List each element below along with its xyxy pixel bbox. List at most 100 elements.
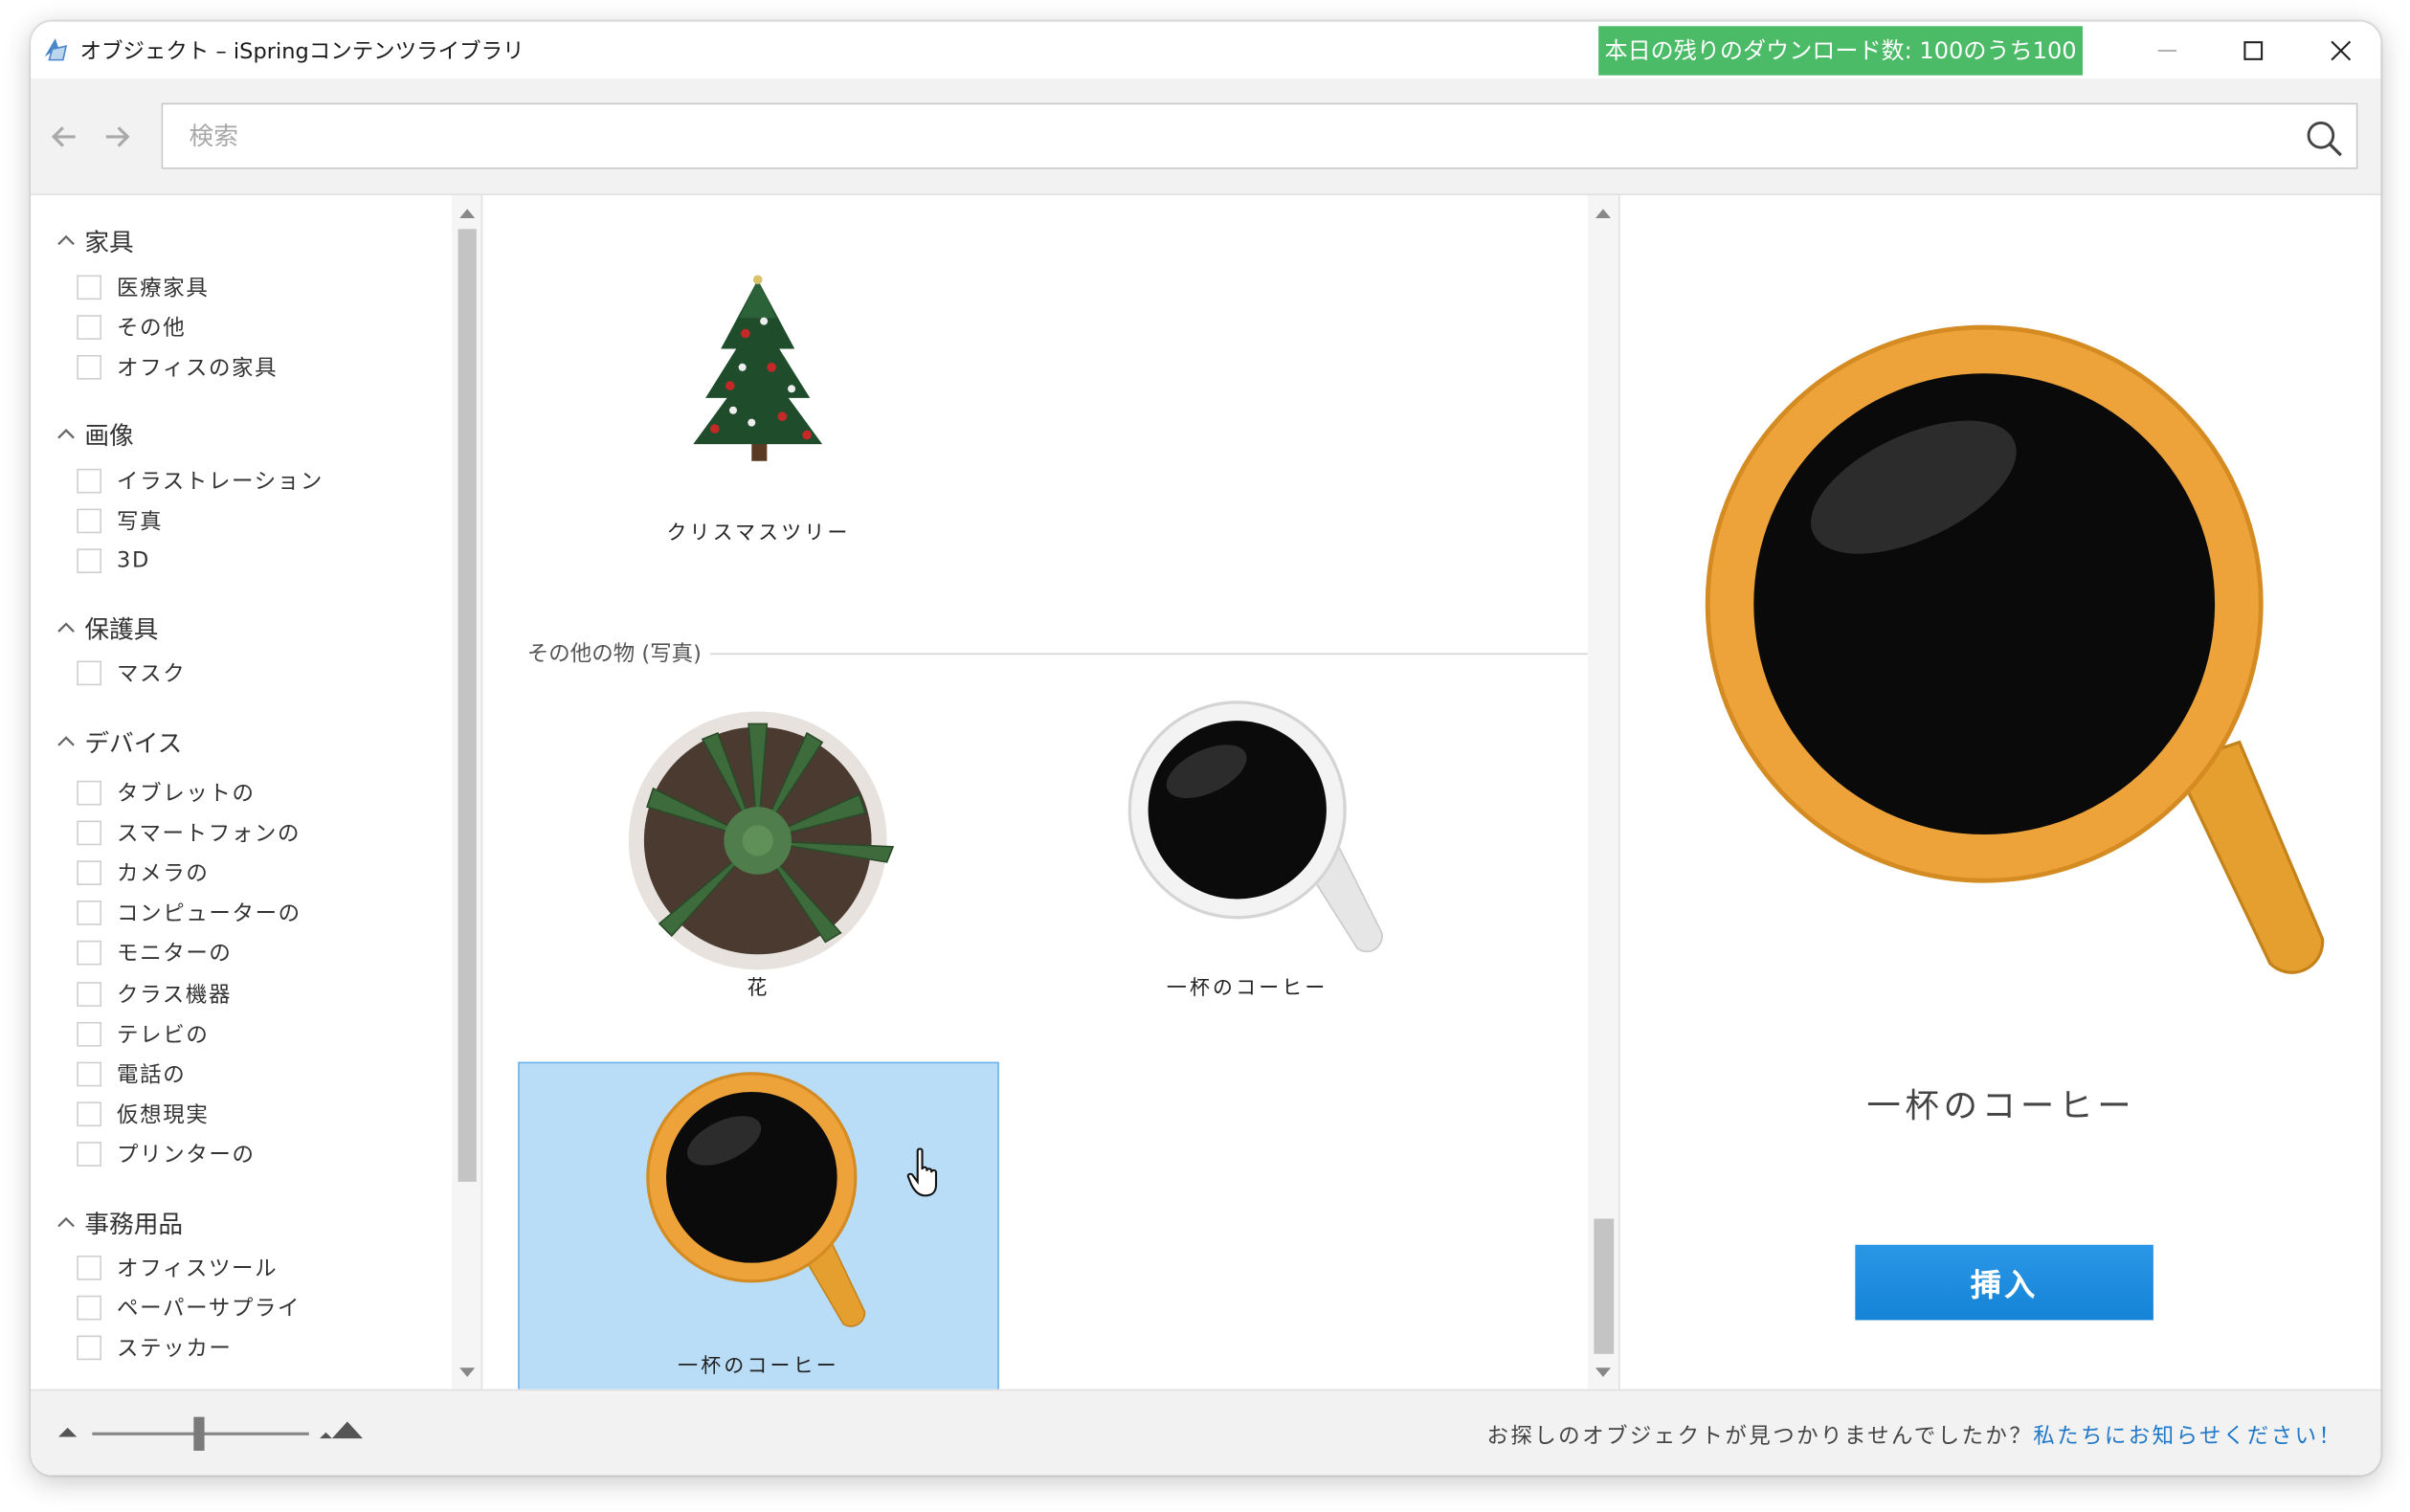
toolbar (31, 78, 2381, 195)
forward-button[interactable] (97, 117, 137, 157)
category-sidebar: 家具 医療家具 その他 オフィスの家具 画像 イラストレーション 写真 3D 保… (31, 194, 453, 1390)
filter-office-furniture[interactable]: オフィスの家具 (77, 352, 278, 383)
close-icon (2331, 39, 2352, 60)
gallery-item-coffee-orange[interactable]: 一杯のコーヒー (518, 1061, 999, 1390)
not-found-text: お探しのオブジェクトが見つかりませんでしたか？ (1486, 1424, 2034, 1450)
category-images[interactable]: 画像 (56, 415, 134, 453)
chevron-up-icon (57, 234, 75, 246)
filter-camera[interactable]: カメラの (77, 857, 209, 888)
checkbox[interactable] (77, 548, 101, 574)
checkbox[interactable] (77, 1335, 101, 1361)
content-library-window: オブジェクト – iSpringコンテンツライブラリ 本日の残りのダウンロード数… (31, 21, 2381, 1476)
filter-printer[interactable]: プリンターの (77, 1139, 255, 1169)
checkbox[interactable] (77, 1021, 101, 1047)
sidebar-scrollbar[interactable] (452, 194, 483, 1390)
window-title: オブジェクト – iSpringコンテンツライブラリ (79, 39, 524, 65)
scroll-down-arrow-icon[interactable] (459, 1367, 476, 1377)
item-caption: 花 (747, 977, 770, 1001)
gallery-item-flower[interactable]: 花 (518, 687, 999, 1025)
checkbox[interactable] (77, 1256, 101, 1280)
checkbox[interactable] (77, 860, 101, 885)
filter-label: ステッカー (117, 1337, 233, 1362)
filter-monitor[interactable]: モニターの (77, 938, 232, 968)
checkbox[interactable] (77, 468, 101, 494)
zoom-in-icon[interactable] (317, 1418, 363, 1439)
filter-label: ペーパーサプライ (117, 1297, 301, 1323)
scroll-up-arrow-icon[interactable] (1595, 209, 1611, 219)
contact-us-link[interactable]: 私たちにお知らせください！ (2033, 1425, 2342, 1450)
filter-label: オフィスの家具 (117, 356, 279, 382)
checkbox[interactable] (77, 508, 101, 534)
chevron-up-icon (57, 622, 75, 633)
filter-3d[interactable]: 3D (77, 545, 150, 576)
coffee-cup-orange-icon (646, 1072, 866, 1327)
filter-class-equipment[interactable]: クラス機器 (77, 979, 232, 1010)
category-label: デバイス (84, 728, 183, 758)
download-count-badge: 本日の残りのダウンロード数: 100のうち100 (1598, 26, 2083, 76)
close-button[interactable] (2298, 21, 2381, 78)
scroll-up-arrow-icon[interactable] (459, 209, 476, 219)
search-input[interactable] (163, 104, 2285, 168)
filter-label: スマートフォンの (117, 822, 301, 847)
status-bar: お探しのオブジェクトが見つかりませんでしたか？私たちにお知らせください！ (31, 1389, 2381, 1476)
filter-phone[interactable]: 電話の (77, 1058, 186, 1089)
filter-label: 電話の (117, 1063, 187, 1088)
filter-label: プリンターの (117, 1143, 256, 1168)
search-icon[interactable] (2304, 119, 2344, 159)
filter-computer[interactable]: コンピューターの (77, 898, 301, 928)
gallery-scrollbar[interactable] (1587, 194, 1620, 1390)
sidebar-scroll-thumb[interactable] (457, 229, 477, 1182)
section-label: その他の物 (写真) (526, 637, 711, 669)
filter-sticker[interactable]: ステッカー (77, 1332, 232, 1363)
gallery-item-christmas-tree[interactable]: クリスマスツリー (518, 195, 999, 579)
checkbox[interactable] (77, 780, 101, 806)
filter-office-tools[interactable]: オフィスツール (77, 1253, 278, 1283)
arrow-left-icon (51, 126, 76, 147)
category-protective-gear[interactable]: 保護具 (56, 609, 158, 646)
category-devices[interactable]: デバイス (56, 723, 183, 760)
preview-title: 一杯のコーヒー (1866, 1087, 2136, 1127)
checkbox[interactable] (77, 275, 101, 300)
checkbox[interactable] (77, 1061, 101, 1087)
zoom-slider-thumb[interactable] (193, 1416, 205, 1451)
minimize-button[interactable] (2124, 21, 2210, 78)
back-button[interactable] (45, 117, 85, 157)
scroll-down-arrow-icon[interactable] (1595, 1367, 1611, 1377)
coffee-cup-preview-image (1705, 324, 2325, 974)
zoom-out-icon[interactable] (56, 1423, 81, 1438)
christmas-tree-icon (693, 275, 823, 461)
checkbox[interactable] (77, 315, 101, 340)
filter-paper-supply[interactable]: ペーパーサプライ (77, 1293, 301, 1323)
filter-medical-furniture[interactable]: 医療家具 (77, 272, 209, 302)
gallery-scroll-thumb[interactable] (1594, 1218, 1615, 1354)
checkbox[interactable] (77, 901, 101, 925)
filter-tablet[interactable]: タブレットの (77, 778, 255, 809)
filter-label: タブレットの (117, 782, 256, 808)
filter-label: カメラの (117, 861, 210, 887)
category-office-supplies[interactable]: 事務用品 (56, 1203, 183, 1240)
checkbox[interactable] (77, 660, 101, 686)
checkbox[interactable] (77, 940, 101, 966)
insert-button[interactable]: 挿入 (1855, 1244, 2153, 1321)
filter-illustration[interactable]: イラストレーション (77, 466, 324, 497)
checkbox[interactable] (77, 1295, 101, 1321)
gallery-item-coffee-white[interactable]: 一杯のコーヒー (1007, 687, 1488, 1025)
filter-mask[interactable]: マスク (77, 657, 186, 688)
filter-photo[interactable]: 写真 (77, 505, 163, 536)
filter-tv[interactable]: テレビの (77, 1019, 209, 1050)
preview-panel: 一杯のコーヒー 挿入 (1621, 194, 2381, 1390)
filter-other[interactable]: その他 (77, 312, 186, 343)
checkbox[interactable] (77, 354, 101, 380)
checkbox[interactable] (77, 1142, 101, 1167)
item-caption: クリスマスツリー (666, 523, 851, 546)
app-icon (44, 38, 68, 61)
filter-smartphone[interactable]: スマートフォンの (77, 817, 301, 848)
filter-label: その他 (117, 316, 187, 342)
maximize-button[interactable] (2210, 21, 2296, 78)
category-furniture[interactable]: 家具 (56, 221, 134, 258)
checkbox[interactable] (77, 820, 101, 846)
category-label: 事務用品 (84, 1209, 184, 1239)
checkbox[interactable] (77, 1101, 101, 1127)
checkbox[interactable] (77, 982, 101, 1007)
filter-virtual-reality[interactable]: 仮想現実 (77, 1099, 209, 1129)
